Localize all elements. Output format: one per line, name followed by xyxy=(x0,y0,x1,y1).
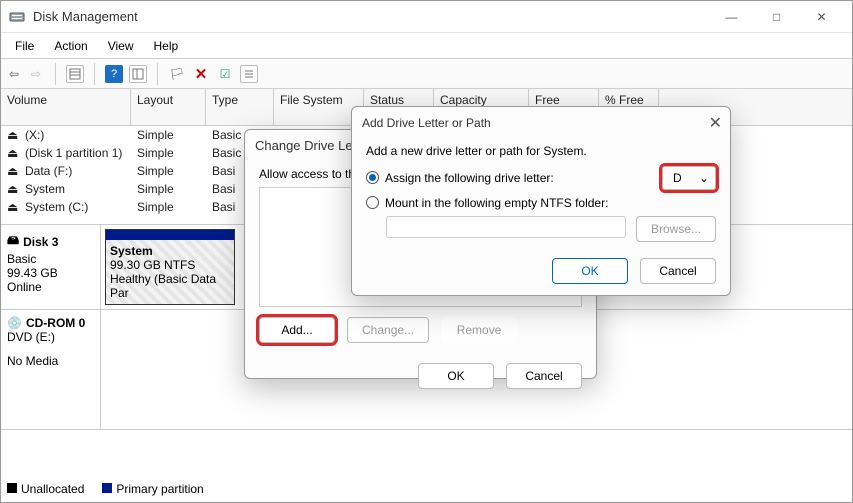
partition-header xyxy=(106,230,234,240)
assign-letter-option[interactable]: Assign the following drive letter: xyxy=(366,171,554,185)
mount-path-input[interactable] xyxy=(386,216,626,238)
cancel-button[interactable]: Cancel xyxy=(640,258,716,284)
browse-button[interactable]: Browse... xyxy=(636,216,716,242)
disk-size: 99.43 GB xyxy=(7,266,94,280)
volume-icon: ⏏ xyxy=(7,182,21,196)
toolbar: ⇦ ⇨ ? 🏳 ✕ ☑ xyxy=(1,59,852,89)
volume-name: (X:) xyxy=(25,128,44,142)
change-button[interactable]: Change... xyxy=(347,317,429,343)
col-volume[interactable]: Volume xyxy=(1,89,131,125)
back-icon[interactable]: ⇦ xyxy=(5,65,23,83)
disk-management-window: Disk Management — □ ✕ File Action View H… xyxy=(0,0,853,503)
menu-bar: File Action View Help xyxy=(1,33,852,59)
refresh-tag-icon[interactable]: 🏳 xyxy=(168,65,186,83)
close-icon[interactable]: ✕ xyxy=(709,113,722,133)
chevron-down-icon: ⌄ xyxy=(699,171,709,185)
volume-icon: ⏏ xyxy=(7,146,21,160)
properties-check-icon[interactable]: ☑ xyxy=(216,65,234,83)
partition-box[interactable]: System 99.30 GB NTFS Healthy (Basic Data… xyxy=(105,229,235,305)
drive-letter-select[interactable]: D ⌄ xyxy=(662,166,716,190)
partition-name: System xyxy=(110,244,230,258)
titlebar: Disk Management — □ ✕ xyxy=(1,1,852,33)
toolbar-separator xyxy=(94,63,95,85)
radio-icon xyxy=(366,196,379,209)
menu-view[interactable]: View xyxy=(98,35,144,57)
volume-icon: ⏏ xyxy=(7,164,21,178)
legend-swatch-unallocated xyxy=(7,483,17,493)
delete-icon[interactable]: ✕ xyxy=(192,65,210,83)
disk-type: Basic xyxy=(7,252,94,266)
drive-letter: DVD (E:) xyxy=(7,330,94,344)
remove-button[interactable]: Remove xyxy=(441,317,517,343)
toolbar-separator xyxy=(157,63,158,85)
legend-swatch-primary xyxy=(102,483,112,493)
close-button[interactable]: ✕ xyxy=(799,2,844,32)
menu-action[interactable]: Action xyxy=(44,35,97,57)
detail-view-icon[interactable] xyxy=(129,65,147,83)
minimize-button[interactable]: — xyxy=(709,2,754,32)
table-view-icon[interactable] xyxy=(66,65,84,83)
partition-status: Healthy (Basic Data Par xyxy=(110,272,230,300)
volume-name: System xyxy=(25,182,65,196)
disk-status: Online xyxy=(7,280,94,294)
disk-label[interactable]: 🖴 Disk 3 Basic 99.43 GB Online xyxy=(1,225,101,309)
volume-name: Data (F:) xyxy=(25,164,72,178)
dialog-title: Add Drive Letter or Path xyxy=(362,116,491,130)
legend: Unallocated Primary partition xyxy=(7,482,204,496)
partition-size: 99.30 GB NTFS xyxy=(110,258,230,272)
dialog-intro: Add a new drive letter or path for Syste… xyxy=(366,144,716,158)
forward-icon[interactable]: ⇨ xyxy=(27,65,45,83)
col-layout[interactable]: Layout xyxy=(131,89,206,125)
menu-help[interactable]: Help xyxy=(144,35,189,57)
volume-icon: ⏏ xyxy=(7,128,21,142)
mount-folder-option[interactable]: Mount in the following empty NTFS folder… xyxy=(366,196,608,210)
disk-title: Disk 3 xyxy=(23,235,58,249)
legend-unallocated: Unallocated xyxy=(21,482,84,496)
disk-label[interactable]: 💿 CD-ROM 0 DVD (E:) No Media xyxy=(1,310,101,429)
media-status: No Media xyxy=(7,354,94,368)
maximize-button[interactable]: □ xyxy=(754,2,799,32)
app-icon xyxy=(9,9,25,25)
legend-primary: Primary partition xyxy=(116,482,203,496)
help-icon[interactable]: ? xyxy=(105,65,123,83)
menu-file[interactable]: File xyxy=(5,35,44,57)
volume-name: (Disk 1 partition 1) xyxy=(25,146,122,160)
add-button[interactable]: Add... xyxy=(259,317,335,343)
list-icon[interactable] xyxy=(240,65,258,83)
ok-button[interactable]: OK xyxy=(552,258,628,284)
add-drive-letter-dialog: Add Drive Letter or Path ✕ Add a new dri… xyxy=(351,106,731,296)
toolbar-separator xyxy=(55,63,56,85)
radio-icon xyxy=(366,171,379,184)
ok-button[interactable]: OK xyxy=(418,363,494,389)
disk-icon: 🖴 xyxy=(7,231,19,252)
volume-name: System (C:) xyxy=(25,200,88,214)
window-title: Disk Management xyxy=(33,9,709,24)
cancel-button[interactable]: Cancel xyxy=(506,363,582,389)
optical-icon: 💿 xyxy=(7,316,22,330)
disk-title: CD-ROM 0 xyxy=(26,316,85,330)
volume-icon: ⏏ xyxy=(7,200,21,214)
selected-letter: D xyxy=(673,171,682,185)
col-type[interactable]: Type xyxy=(206,89,274,125)
